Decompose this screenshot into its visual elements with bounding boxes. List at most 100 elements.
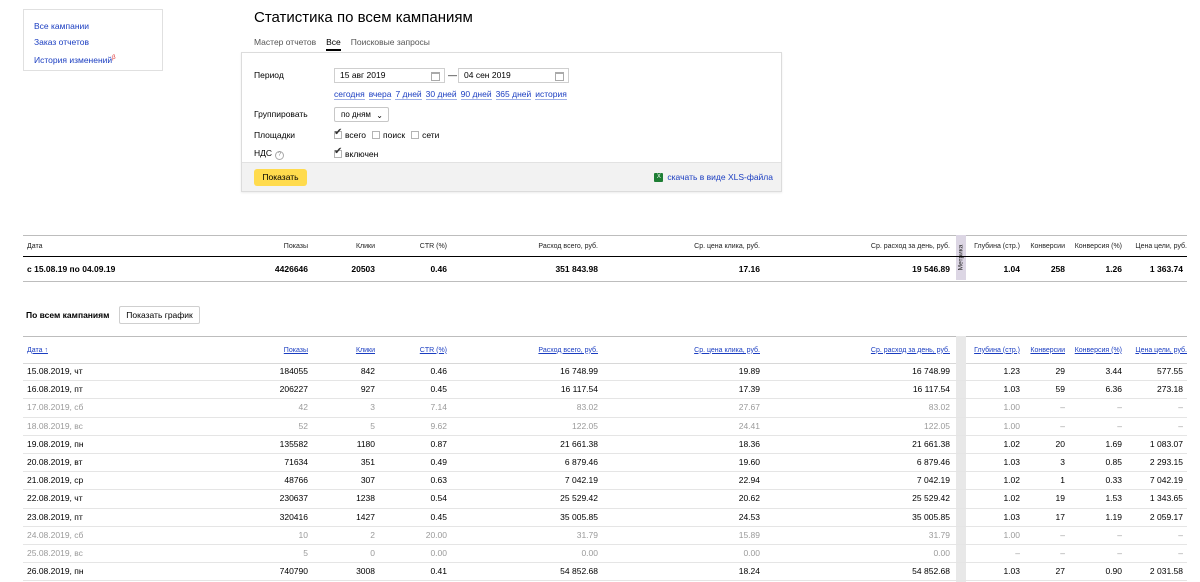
table-row: 25.08.2019, вс 5 0 0.00 0.00 0.00 0.00 – – – – [23,544,1187,564]
row-cpc: 17.39 [738,384,760,395]
preset-yesterday[interactable]: вчера [368,89,392,100]
row-daily-spend: 25 529.42 [912,493,950,504]
col-clicks-sort[interactable]: Клики [356,337,375,363]
row-conv-rate: – [1117,529,1122,540]
col-depth-sort[interactable]: Глубина (стр.) [974,337,1020,363]
sidebar-link-change-history[interactable]: История измененийβ [34,50,152,68]
col-conv-rate-sort[interactable]: Конверсия (%) [1075,337,1122,363]
row-depth: 1.02 [1003,493,1020,504]
sidebar-link-all-campaigns[interactable]: Все кампании [34,18,152,34]
row-date: 21.08.2019, ср [27,475,84,486]
row-spend: 0.00 [581,548,598,559]
col-date-sort[interactable]: Дата ↑ [27,337,48,363]
row-depth: 1.00 [1003,529,1020,540]
row-clicks: 927 [360,384,375,395]
show-graph-button[interactable]: Показать график [119,306,200,324]
row-impressions: 42 [298,402,308,413]
row-cpc: 20.62 [738,493,760,504]
preset-30-days[interactable]: 30 дней [425,89,457,100]
row-conversions: 27 [1055,566,1065,577]
row-conversions: – [1060,420,1065,431]
row-conversions: – [1060,529,1065,540]
row-date: 22.08.2019, чт [27,493,83,504]
table-row: 26.08.2019, пн 740790 3008 0.41 54 852.68 18.… [23,562,1187,582]
row-depth: 1.03 [1003,566,1020,577]
row-ctr: 7.14 [430,402,447,413]
summary-col-conversions: Конверсии [1030,243,1065,250]
col-conversions-sort[interactable]: Конверсии [1030,337,1065,363]
row-daily-spend: 16 117.54 [912,384,950,395]
row-conv-rate: 1.53 [1105,493,1122,504]
page-title: Статистика по всем кампаниям [254,9,473,26]
row-conv-rate: 6.36 [1105,384,1122,395]
row-conv-rate: – [1117,548,1122,559]
tab-all[interactable]: Все [326,37,341,51]
row-date: 16.08.2019, пт [27,384,83,395]
col-spend-sort[interactable]: Расход всего, руб. [538,337,598,363]
col-impressions-sort[interactable]: Показы [284,337,308,363]
col-daily-spend-sort[interactable]: Ср. расход за день, руб. [871,337,950,363]
summary-col-clicks: Клики [355,243,375,250]
row-daily-spend: 0.00 [933,548,950,559]
row-goal-cost: 2 059.17 [1149,511,1183,522]
help-icon[interactable]: ? [275,151,285,160]
row-depth: 1.00 [1003,420,1020,431]
download-xls-link[interactable]: X скачать в виде XLS-файла [654,172,773,182]
summary-ctr: 0.46 [430,264,447,274]
row-date: 26.08.2019, пн [27,566,84,577]
platform-networks-checkbox[interactable] [411,131,420,139]
vat-checkbox[interactable] [334,146,342,158]
table-row: 19.08.2019, пн 135582 1180 0.87 21 661.38 18.… [23,435,1187,454]
col-cpc-sort[interactable]: Ср. цена клика, руб. [694,337,760,363]
platform-search-checkbox[interactable] [372,131,381,139]
tab-report-master[interactable]: Мастер отчетов [254,37,316,51]
row-depth: 1.00 [1003,402,1020,413]
row-clicks: 1427 [356,511,375,522]
date-from-input[interactable]: 15 авг 2019 [334,68,445,83]
col-ctr-sort[interactable]: CTR (%) [420,337,447,363]
summary-conversions: 258 [1050,264,1065,274]
summary-header: Дата Показы Клики CTR (%) Расход всего, … [23,235,1187,257]
group-select[interactable]: по дням ⌄ [334,107,389,122]
summary-col-ctr: CTR (%) [419,243,447,250]
row-ctr: 0.49 [430,457,447,468]
preset-7-days[interactable]: 7 дней [395,89,422,100]
summary-col-impressions: Показы [283,243,308,250]
row-ctr: 0.46 [430,366,447,377]
row-conv-rate: 0.90 [1105,566,1122,577]
beta-badge: β [112,55,116,61]
row-spend: 35 005.85 [560,511,598,522]
row-impressions: 206227 [279,384,308,395]
platform-networks-label: сети [422,130,440,140]
row-impressions: 135582 [279,438,308,449]
preset-90-days[interactable]: 90 дней [460,89,492,100]
row-conversions: 59 [1055,384,1065,395]
summary-col-date: Дата [27,243,43,250]
platforms-label: Площадки [254,130,296,140]
platform-all-checkbox[interactable] [334,127,342,139]
row-depth: 1.23 [1003,366,1020,377]
preset-365-days[interactable]: 365 дней [495,89,532,100]
preset-today[interactable]: сегодня [334,89,365,100]
row-daily-spend: 122.05 [924,420,950,431]
row-date: 25.08.2019, вс [27,548,83,559]
sidebar-link-report-orders[interactable]: Заказ отчетов [34,34,152,50]
row-date: 18.08.2019, вс [27,420,83,431]
calendar-icon[interactable] [555,72,564,81]
date-from-value: 15 авг 2019 [340,70,386,80]
row-clicks: 5 [370,420,375,431]
tab-search-queries[interactable]: Поисковые запросы [351,37,430,51]
table-row: 22.08.2019, чт 230637 1238 0.54 25 529.42 20.… [23,489,1187,509]
vat-label-row: НДС? [254,148,285,160]
row-spend: 16 117.54 [560,384,598,395]
table-row: 20.08.2019, вт 71634 351 0.49 6 879.46 19.60 6… [23,453,1187,473]
date-to-input[interactable]: 04 сен 2019 [458,68,569,83]
row-ctr: 0.63 [430,475,447,486]
show-button[interactable]: Показать [254,169,307,186]
row-clicks: 307 [360,475,375,486]
col-goal-cost-sort[interactable]: Цена цели, руб. [1135,337,1187,363]
calendar-icon[interactable] [431,72,440,81]
period-presets: сегодня вчера 7 дней 30 дней 90 дней 365… [334,89,571,100]
row-ctr: 0.45 [430,511,447,522]
preset-history[interactable]: история [535,89,567,100]
